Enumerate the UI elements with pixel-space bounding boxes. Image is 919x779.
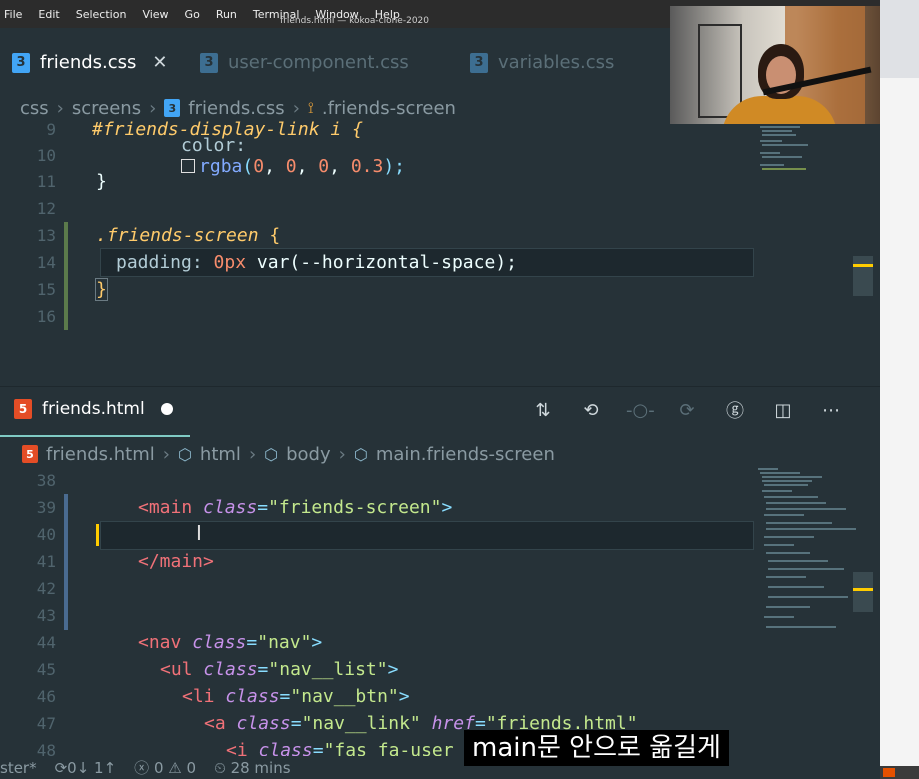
- element-cube-icon: ⬡: [353, 444, 368, 464]
- scrollbar-marker: [853, 588, 873, 591]
- css-editor[interactable]: 9 #friends-display-link i { 10 color: rg…: [0, 116, 880, 386]
- code-line: 13 .friends-screen {: [36, 225, 281, 246]
- active-tab-underline: [0, 435, 190, 437]
- scrollbar-thumb[interactable]: [853, 256, 873, 296]
- split-editor-icon[interactable]: ◫: [770, 400, 796, 421]
- code-line: 10 color: rgba(0, 0, 0, 0.3);: [36, 134, 406, 177]
- go-forward-icon[interactable]: ⟳: [674, 400, 700, 421]
- code-line: 15 }: [36, 278, 108, 301]
- code-line: 16: [36, 307, 56, 326]
- close-icon[interactable]: ✕: [152, 52, 167, 73]
- chevron-right-icon: ›: [162, 443, 170, 465]
- sync-icon: ⟳: [54, 758, 68, 777]
- history-icon: ⏲: [214, 758, 226, 777]
- css3-icon: 3: [200, 52, 218, 73]
- breadcrumb-item[interactable]: body: [286, 444, 331, 465]
- menu-selection[interactable]: Selection: [76, 8, 127, 21]
- html-editor[interactable]: 38 39 <main class="friends-screen"> 40 4…: [0, 466, 880, 756]
- code-line: 46 <li class="nav__btn">: [36, 686, 410, 707]
- code-line: 40: [36, 525, 56, 544]
- code-line: 42: [36, 579, 56, 598]
- code-line: 39 <main class="friends-screen">: [36, 497, 453, 518]
- tab-label: friends.css: [40, 52, 137, 73]
- browser-toolbar: [880, 0, 919, 78]
- chevron-right-icon: ›: [338, 443, 346, 465]
- menu-view[interactable]: View: [142, 8, 168, 21]
- git-sync[interactable]: ⟳0↓ 1↑: [55, 759, 117, 777]
- tab-label: variables.css: [498, 52, 615, 73]
- video-subtitle: main문 안으로 옮길게: [464, 730, 729, 766]
- menu-edit[interactable]: Edit: [38, 8, 59, 21]
- minimap[interactable]: [754, 126, 874, 186]
- breadcrumb-item[interactable]: main.friends-screen: [376, 444, 555, 465]
- git-lens-icon[interactable]: ⓖ: [722, 397, 748, 423]
- element-cube-icon: ⬡: [177, 444, 192, 464]
- html5-icon: 5: [14, 399, 32, 419]
- tab-label: user-component.css: [228, 52, 409, 73]
- element-cube-icon: ⬡: [264, 444, 279, 464]
- code-line: 14 padding: 0px var(--horizontal-space);: [36, 252, 517, 273]
- code-line: 45 <ul class="nav__list">: [36, 659, 399, 680]
- chevron-right-icon: ›: [248, 443, 257, 465]
- tab-label: friends.html: [42, 399, 145, 419]
- time-tracker[interactable]: ⏲ 28 mins: [214, 759, 290, 777]
- git-branch[interactable]: ster*: [0, 759, 37, 777]
- open-changes-icon[interactable]: ⇅: [530, 400, 556, 421]
- window-title: friends.html — kokoa-clone-2020: [280, 16, 430, 26]
- text-ibeam-cursor-icon: I: [196, 521, 202, 545]
- code-line: 11 }: [36, 171, 107, 192]
- tab-friends-html[interactable]: 5 friends.html: [14, 399, 173, 419]
- code-line: 41 </main>: [36, 551, 214, 572]
- unsaved-dot-icon[interactable]: [160, 403, 173, 415]
- status-bar: ster* ⟳0↓ 1↑ ⓧ 0 ⚠ 0 ⏲ 28 mins: [0, 756, 880, 779]
- scrollbar-thumb[interactable]: [853, 572, 873, 612]
- error-icon: ⓧ: [134, 759, 150, 777]
- menu-run[interactable]: Run: [216, 8, 237, 21]
- css3-icon: 3: [12, 52, 30, 73]
- menu-file[interactable]: File: [4, 8, 22, 21]
- breadcrumb-item[interactable]: html: [200, 444, 241, 465]
- code-line: 44 <nav class="nav">: [36, 632, 323, 653]
- bottom-editor-tabs: 5 friends.html ⇅ ⟲ -○- ⟳ ⓖ ◫ ⋯: [0, 386, 880, 437]
- tab-friends-css[interactable]: 3 friends.css ✕: [12, 52, 168, 73]
- tab-user-component-css[interactable]: 3 user-component.css: [200, 52, 409, 73]
- dock-edge: [880, 766, 919, 779]
- editor-actions: ⇅ ⟲ -○- ⟳ ⓖ ◫ ⋯: [530, 397, 844, 423]
- tab-variables-css[interactable]: 3 variables.css: [470, 52, 614, 73]
- code-line: 43: [36, 606, 56, 625]
- minimap[interactable]: [754, 466, 874, 646]
- code-line: 38: [36, 471, 56, 490]
- scrollbar-marker: [853, 264, 873, 267]
- breadcrumb-item[interactable]: friends.html: [46, 444, 155, 465]
- problems-indicator[interactable]: ⓧ 0 ⚠ 0: [134, 757, 196, 778]
- breadcrumb: 5 friends.html › ⬡ html › ⬡ body › ⬡ mai…: [22, 442, 555, 466]
- browser-window-edge: [880, 0, 919, 779]
- menu-go[interactable]: Go: [185, 8, 200, 21]
- more-actions-icon[interactable]: ⋯: [818, 400, 844, 421]
- html5-icon: 5: [22, 445, 38, 463]
- warning-icon: ⚠: [168, 759, 182, 777]
- go-back-icon[interactable]: ⟲: [578, 400, 604, 421]
- webcam-overlay: [670, 6, 880, 124]
- commit-icon[interactable]: -○-: [626, 400, 655, 421]
- code-line: 12: [36, 199, 56, 218]
- css3-icon: 3: [470, 52, 488, 73]
